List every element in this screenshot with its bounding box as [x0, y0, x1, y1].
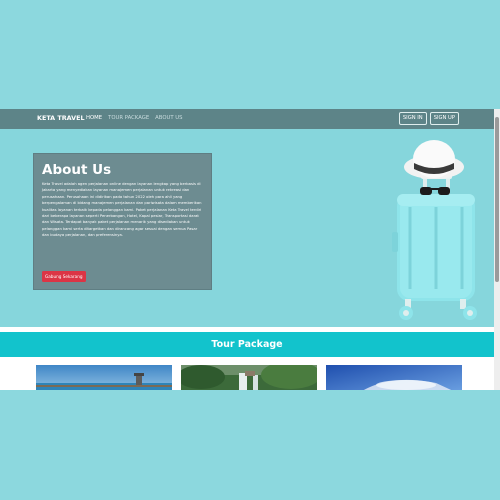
- auth-buttons: SIGN IN SIGN UP: [398, 112, 459, 125]
- nav-link-home[interactable]: HOME: [86, 115, 102, 121]
- tour-card-beach[interactable]: [36, 365, 172, 390]
- tour-package-title: Tour Package: [211, 339, 283, 350]
- sign-in-button[interactable]: SIGN IN: [398, 112, 427, 125]
- hero-section: About Us Keta Travel adalah agen perjala…: [0, 129, 494, 327]
- brand-logo[interactable]: KETA TRAVEL: [37, 114, 85, 122]
- tour-package-header: Tour Package: [0, 332, 494, 357]
- navbar: KETA TRAVEL HOME TOUR PACKAGE ABOUT US S…: [0, 109, 494, 129]
- about-card: About Us Keta Travel adalah agen perjala…: [33, 153, 212, 290]
- sign-up-button[interactable]: SIGN UP: [429, 112, 459, 125]
- waterfall-forest-photo: [181, 365, 317, 390]
- tour-card-sky[interactable]: [326, 365, 462, 390]
- tour-cards: [36, 365, 462, 390]
- page-scrollbar[interactable]: [494, 109, 500, 390]
- nav-link-about-us[interactable]: ABOUT US: [155, 115, 182, 121]
- tour-card-waterfall[interactable]: [181, 365, 317, 390]
- beach-pier-photo: [36, 365, 172, 390]
- join-now-button[interactable]: Gabung Sekarang: [42, 271, 86, 282]
- tour-package-section: Tour Package: [0, 327, 494, 390]
- about-title: About Us: [42, 162, 112, 178]
- nav-links: HOME TOUR PACKAGE ABOUT US: [86, 115, 183, 121]
- blue-sky-clouds-photo: [326, 365, 462, 390]
- scrollbar-thumb[interactable]: [495, 117, 499, 282]
- nav-link-tour-package[interactable]: TOUR PACKAGE: [108, 115, 149, 121]
- browser-viewport: KETA TRAVEL HOME TOUR PACKAGE ABOUT US S…: [0, 109, 500, 390]
- suitcase-illustration: [392, 140, 477, 320]
- about-text: Keta Travel adalah agen perjalanan onlin…: [42, 182, 202, 238]
